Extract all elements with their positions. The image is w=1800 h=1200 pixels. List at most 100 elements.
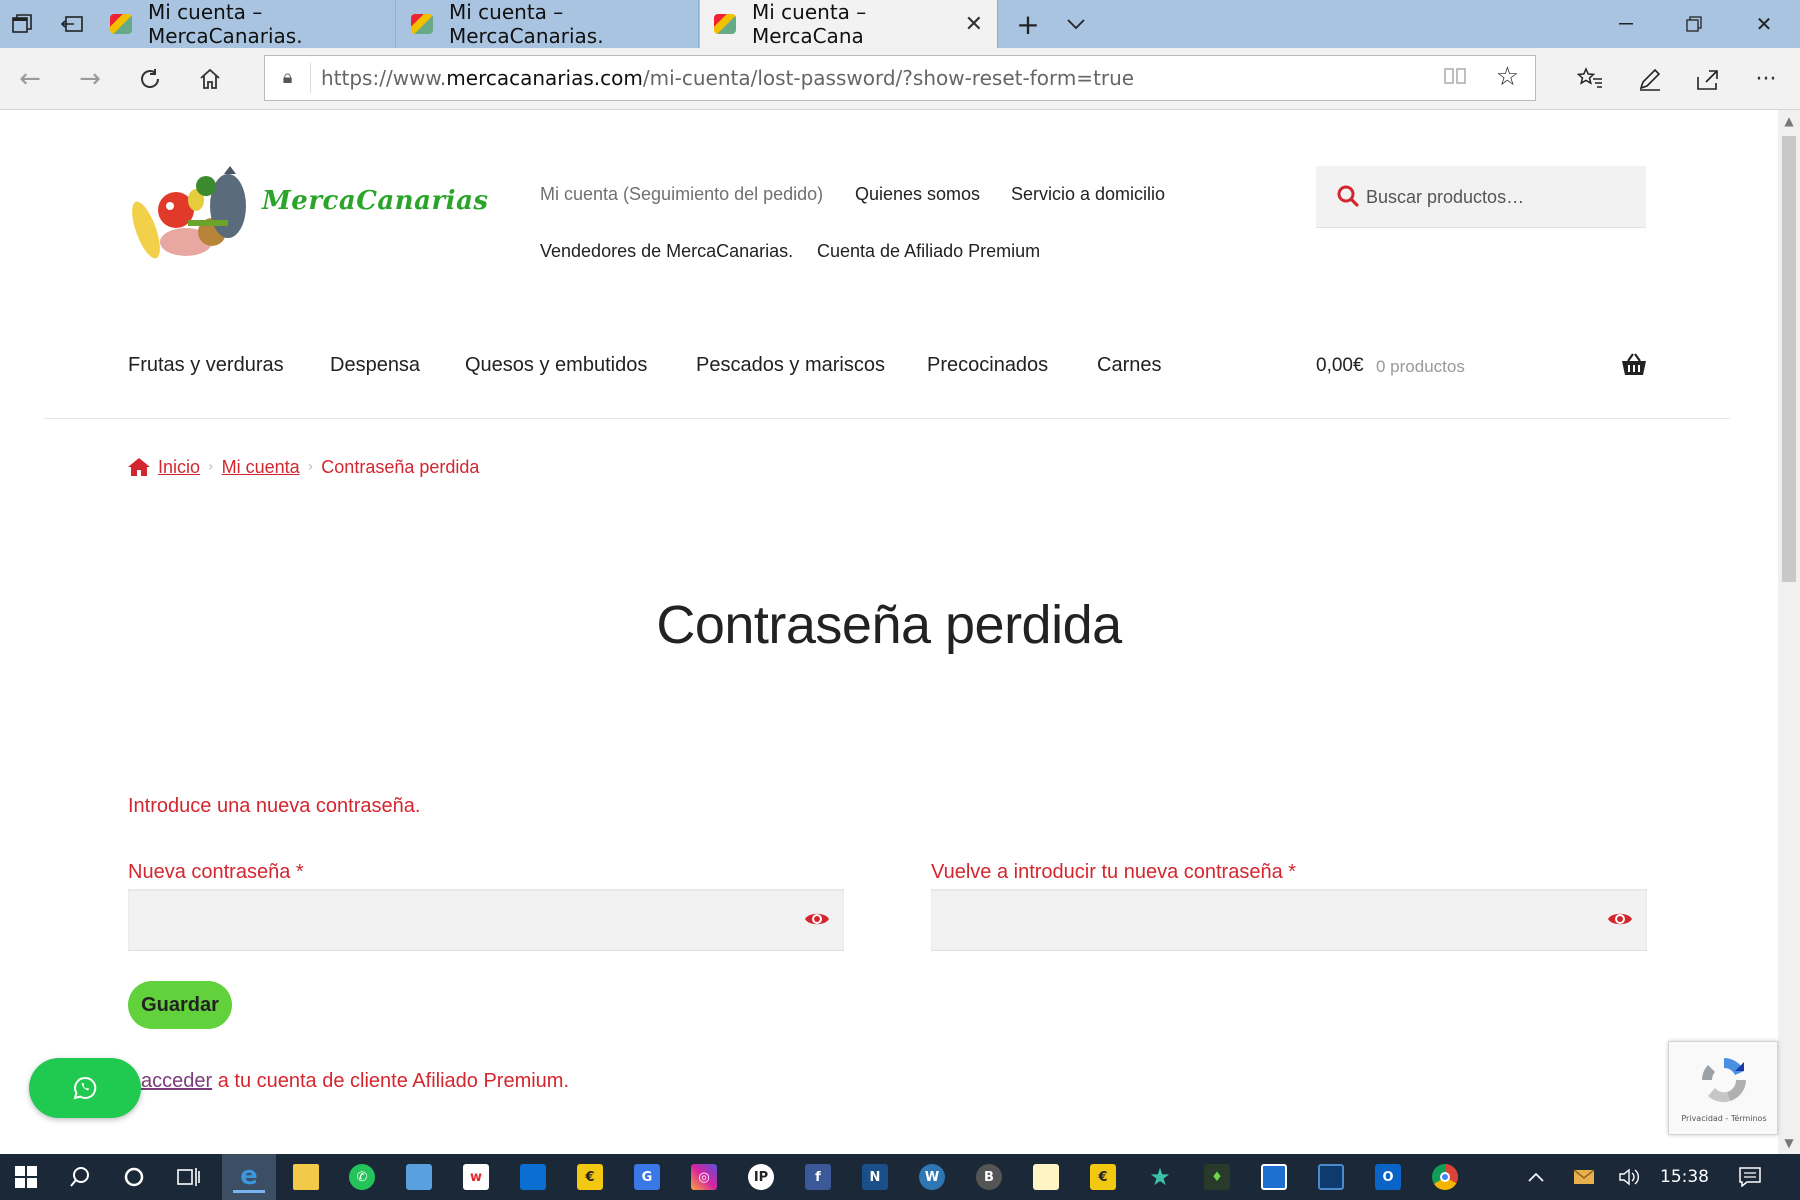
close-tab-icon[interactable]: ✕ [965, 12, 983, 37]
task-view-icon[interactable] [172, 1161, 204, 1193]
dark-app-icon[interactable] [1315, 1161, 1347, 1193]
tab-list-icon[interactable] [1062, 10, 1090, 38]
save-button[interactable]: Guardar [128, 981, 232, 1029]
set-aside-icon[interactable] [58, 10, 86, 38]
windows-start-icon[interactable] [10, 1161, 42, 1193]
recaptcha-links[interactable]: Privacidad - Términos [1669, 1114, 1779, 1123]
tab-3-active[interactable]: Mi cuenta – MercaCana ✕ [700, 0, 998, 48]
file-explorer-icon[interactable] [290, 1161, 322, 1193]
logo-produce-icon [132, 166, 246, 259]
tab-title: Mi cuenta – MercaCana [752, 0, 867, 48]
reading-view-icon[interactable] [1443, 66, 1467, 91]
nav-home-delivery[interactable]: Servicio a domicilio [1011, 184, 1165, 205]
more-icon[interactable]: ··· [1748, 61, 1784, 97]
ip-app-icon[interactable]: IP [745, 1161, 777, 1193]
cart-count[interactable]: 0 productos [1376, 357, 1465, 377]
taskbar-search-icon[interactable] [64, 1161, 96, 1193]
new-tab-icon[interactable]: + [1014, 8, 1042, 41]
tab-preview-icon[interactable] [8, 10, 36, 38]
access-link[interactable]: acceder [141, 1070, 212, 1092]
volume-icon[interactable] [1614, 1161, 1646, 1193]
breadcrumb-home-link[interactable]: Inicio [158, 457, 200, 478]
parrot-icon[interactable]: ♦ [1201, 1161, 1233, 1193]
pen-icon[interactable] [1632, 61, 1668, 97]
cart-total[interactable]: 0,00€ [1316, 355, 1364, 377]
share-icon[interactable] [1690, 61, 1726, 97]
search-icon[interactable] [1336, 184, 1360, 208]
chrome-icon[interactable] [1429, 1161, 1461, 1193]
home-icon[interactable] [192, 61, 228, 97]
wordpress-icon[interactable]: W [916, 1161, 948, 1193]
scroll-down-icon[interactable]: ▼ [1778, 1132, 1800, 1154]
site-favicon-icon [411, 14, 433, 34]
tab-1[interactable]: Mi cuenta – MercaCanarias. [96, 0, 396, 48]
favorites-hub-icon[interactable] [1572, 61, 1608, 97]
whatsapp-chat-button[interactable] [29, 1058, 141, 1118]
minimize-icon[interactable] [1592, 0, 1660, 48]
lock-icon[interactable]: 🔒︎ [265, 63, 311, 93]
nav-sellers[interactable]: Vendedores de MercaCanarias. [540, 241, 793, 262]
back-icon[interactable]: ← [12, 61, 48, 97]
product-search [1316, 166, 1646, 228]
instagram-icon[interactable]: ◎ [688, 1161, 720, 1193]
mail-tray-icon[interactable] [1568, 1161, 1600, 1193]
whatsapp-icon [73, 1076, 97, 1100]
notes-icon[interactable] [1030, 1161, 1062, 1193]
url-field[interactable]: 🔒︎ https://www.mercacanarias.com/mi-cuen… [264, 55, 1536, 101]
translate-icon[interactable]: G [631, 1161, 663, 1193]
category-despensa[interactable]: Despensa [330, 354, 420, 377]
browser-address-bar: ← → 🔒︎ https://www.mercacanarias.com/mi-… [0, 48, 1800, 110]
refresh-icon[interactable] [132, 61, 168, 97]
app-n-icon[interactable]: N [859, 1161, 891, 1193]
star-app-icon[interactable]: ★ [1144, 1161, 1176, 1193]
b-app-icon[interactable]: B [973, 1161, 1005, 1193]
show-password-eye-icon[interactable] [804, 909, 830, 929]
show-hidden-icons-icon[interactable] [1520, 1161, 1552, 1193]
close-window-icon[interactable]: ✕ [1730, 0, 1798, 48]
breadcrumb-separator-icon: › [208, 459, 214, 475]
basket-icon[interactable] [1620, 352, 1648, 378]
eurocoin-icon[interactable]: € [574, 1161, 606, 1193]
whatsapp-app-icon[interactable]: ✆ [346, 1161, 378, 1193]
reset-intro-text: Introduce una nueva contraseña. [128, 795, 421, 817]
cortana-icon[interactable] [118, 1161, 150, 1193]
window-app-icon[interactable] [1258, 1161, 1290, 1193]
browser-tab-bar: Mi cuenta – MercaCanarias. Mi cuenta – M… [0, 0, 1800, 48]
page-scrollbar[interactable]: ▲ ▼ [1778, 110, 1800, 1154]
breadcrumb: Inicio › Mi cuenta › Contraseña perdida [128, 454, 479, 480]
nav-my-account[interactable]: Mi cuenta (Seguimiento del pedido) [540, 184, 823, 205]
logo-text: MercaCanarias [262, 186, 489, 216]
category-carnes[interactable]: Carnes [1097, 354, 1161, 377]
category-frutas-y-verduras[interactable]: Frutas y verduras [128, 354, 284, 377]
forward-icon[interactable]: → [72, 61, 108, 97]
photos-icon[interactable] [403, 1161, 435, 1193]
windows-taskbar: e ✆ w € G ◎ IP f N W B € ★ ♦ O 15:38 [0, 1154, 1800, 1200]
wallapop-icon[interactable]: w [460, 1161, 492, 1193]
category-quesos-y-embutidos[interactable]: Quesos y embutidos [465, 354, 647, 377]
store-icon[interactable] [517, 1161, 549, 1193]
category-precocinados[interactable]: Precocinados [927, 354, 1048, 377]
nav-affiliate-account[interactable]: Cuenta de Afiliado Premium [817, 241, 1040, 262]
tab-2[interactable]: Mi cuenta – MercaCanarias. [397, 0, 699, 48]
scroll-thumb[interactable] [1782, 136, 1796, 582]
recaptcha-badge[interactable]: Privacidad - Términos [1668, 1041, 1778, 1135]
scroll-up-icon[interactable]: ▲ [1778, 110, 1800, 132]
site-logo[interactable]: MercaCanarias [128, 160, 488, 265]
edge-icon[interactable]: e [233, 1161, 265, 1193]
facebook-icon[interactable]: f [802, 1161, 834, 1193]
confirm-password-field[interactable] [931, 889, 1647, 951]
outlook-icon[interactable]: O [1372, 1161, 1404, 1193]
search-input[interactable] [1366, 166, 1636, 228]
category-pescados-y-mariscos[interactable]: Pescados y mariscos [696, 354, 885, 377]
show-password-eye-icon[interactable] [1607, 909, 1633, 929]
eurocoin-2-icon[interactable]: € [1087, 1161, 1119, 1193]
taskbar-clock[interactable]: 15:38 [1660, 1167, 1709, 1187]
action-center-icon[interactable] [1734, 1161, 1766, 1193]
restore-icon[interactable] [1660, 0, 1728, 48]
confirm-password-label: Vuelve a introducir tu nueva contraseña … [931, 861, 1297, 883]
nav-about-us[interactable]: Quienes somos [855, 184, 980, 205]
breadcrumb-account-link[interactable]: Mi cuenta [222, 457, 300, 478]
site-favicon-icon [714, 14, 736, 34]
new-password-field[interactable] [128, 889, 844, 951]
favorite-star-icon[interactable]: ☆ [1496, 62, 1519, 92]
